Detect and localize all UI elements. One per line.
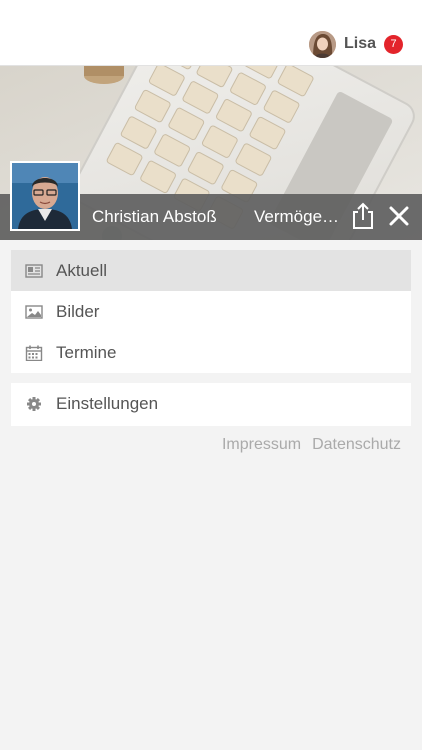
menu-item-aktuell[interactable]: Aktuell — [11, 250, 411, 291]
menu-item-label: Einstellungen — [56, 394, 159, 413]
user-avatar[interactable] — [308, 30, 336, 58]
image-icon — [25, 305, 43, 319]
menu-item-bilder[interactable]: Bilder — [11, 291, 411, 332]
menu-item-label: Termine — [56, 343, 117, 362]
share-button[interactable] — [350, 202, 376, 230]
user-menu[interactable]: Lisa 7 — [308, 30, 403, 58]
menu-item-einstellungen[interactable]: Einstellungen — [11, 383, 411, 424]
impressum-link[interactable]: Impressum — [222, 436, 301, 454]
user-name[interactable]: Lisa — [344, 35, 376, 53]
datenschutz-link[interactable]: Datenschutz — [312, 436, 401, 454]
share-icon — [353, 202, 373, 229]
main-menu: Aktuell Bilder Termine — [11, 250, 411, 373]
close-button[interactable] — [385, 202, 413, 230]
notification-badge[interactable]: 7 — [384, 34, 403, 54]
profile-company: Vermögensberatung — [254, 207, 342, 226]
menu-item-termine[interactable]: Termine — [11, 332, 411, 373]
top-bar: Lisa 7 — [0, 0, 422, 66]
calendar-icon — [25, 345, 43, 361]
footer-links: Impressum Datenschutz — [222, 436, 401, 454]
settings-menu: Einstellungen — [11, 383, 411, 426]
menu-item-label: Bilder — [56, 302, 100, 321]
gear-icon — [27, 397, 41, 411]
menu-item-label: Aktuell — [56, 261, 108, 280]
close-icon — [389, 206, 409, 226]
profile-name: Christian Abstoß — [92, 207, 217, 226]
news-icon — [25, 264, 43, 278]
profile-photo — [10, 161, 80, 231]
